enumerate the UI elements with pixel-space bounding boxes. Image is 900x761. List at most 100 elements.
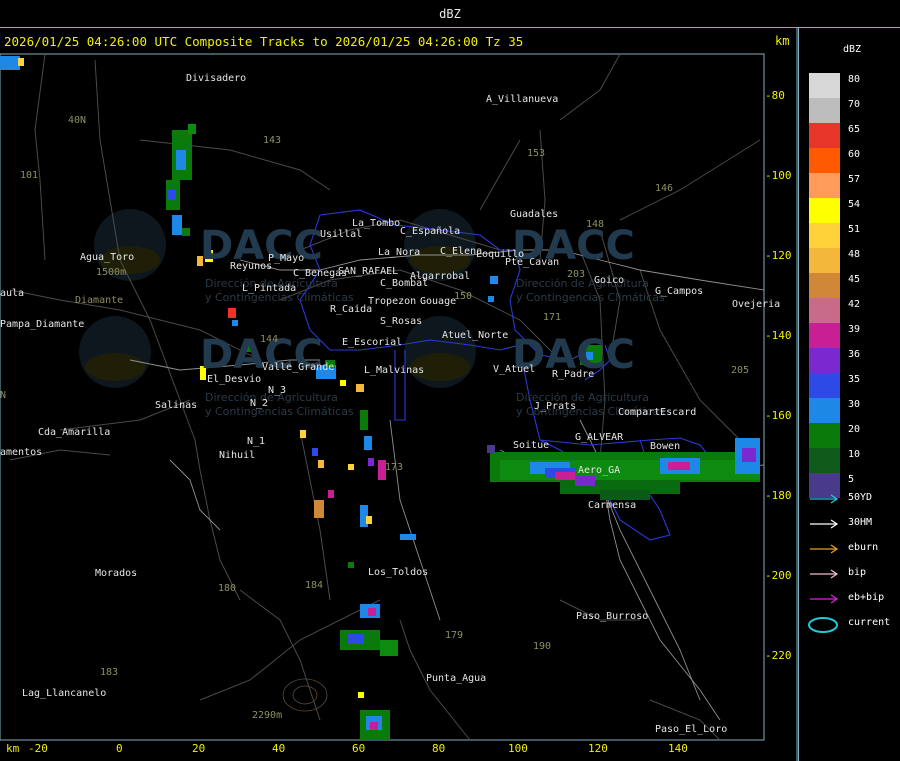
place-label: SAN_RAFAEL [338,266,399,277]
place-label: Nihuil [219,450,256,461]
track-label: 30HM [848,517,873,528]
dbz-level-label: 36 [848,349,861,360]
place-label: Salinas [155,400,198,411]
track-arrow-icon [806,516,842,530]
place-label: L_Pintada [242,283,297,294]
dbz-swatch [809,73,840,98]
map-frame [0,53,765,741]
place-label: Paso_El_Loro [655,724,728,735]
track-arrow-icon [806,541,842,555]
route-number: 146 [655,183,674,194]
dbz-level-label: 42 [848,299,861,310]
x-tick: -20 [28,742,48,755]
place-label: L_Malvinas [364,365,425,376]
legend-unit: dBZ [843,44,862,55]
watermark-line2: y Contingencias Climáticas [205,405,354,418]
dbz-swatch [809,323,840,348]
dbz-level-label: 70 [848,99,861,110]
place-label: S_Rosas [380,316,423,327]
place-label: Tropezon [368,296,417,307]
x-tick: 140 [668,742,688,755]
dbz-swatch [809,373,840,398]
track-arrow-icon [806,591,842,605]
place-label: Divisadero [186,73,247,84]
place-label: V_Atuel [493,364,536,375]
dbz-swatch [809,123,840,148]
route-number: 148 [586,219,605,230]
place-label: J_Prats [534,401,577,412]
place-label: La_Nora [378,247,421,258]
route-number: 180 [218,583,237,594]
place-label: aula [0,288,25,299]
place-label: R_Padre [552,369,595,380]
place-label: C_Bombal [380,278,429,289]
track-label: current [848,617,891,628]
x-tick: 0 [116,742,123,755]
dbz-level-label: 20 [848,424,861,435]
dbz-level-label: 10 [848,449,861,460]
y-tick: -180 [765,489,792,502]
place-label: A_Villanueva [486,94,559,105]
x-axis-unit: km [6,742,20,755]
place-label: C_Española [400,226,461,237]
place-label: Soitue [513,440,550,451]
place-label: N_2 [250,398,269,409]
dbz-swatch [809,148,840,173]
x-tick: 80 [432,742,446,755]
route-number: 190 [533,641,552,652]
place-label: Lag_Llancanelo [22,688,107,699]
y-tick: -100 [765,169,792,182]
y-tick: -200 [765,569,792,582]
dbz-level-label: 30 [848,399,861,410]
x-tick: 100 [508,742,528,755]
y-tick: -80 [765,89,785,102]
place-label: Ovejeria [732,299,781,310]
route-number: 150 [454,291,473,302]
place-label: Punta_Agua [426,673,487,684]
place-label: amentos [0,447,43,458]
dbz-swatch [809,273,840,298]
dbz-level-label: 80 [848,74,861,85]
place-label: Cda_Amarilla [38,427,111,438]
place-label: Bowen [650,441,681,452]
dbz-level-label: 35 [848,374,861,385]
place-label: Paso_Burroso [576,611,649,622]
place-label: N_1 [247,436,266,447]
route-number: 101 [20,170,39,181]
y-tick: -220 [765,649,792,662]
place-label: E_Escorial [342,337,403,348]
route-number: 184 [305,580,324,591]
dbz-swatch [809,448,840,473]
dbz-level-label: 65 [848,124,861,135]
place-label: P_Mayo [268,253,305,264]
route-number: 205 [731,365,750,376]
route-number: 183 [100,667,119,678]
place-label: Usillal [320,229,363,240]
dbz-swatch [809,423,840,448]
dbz-level-label: 54 [848,199,861,210]
place-label: Gouage [420,296,457,307]
place-label: N [0,390,7,401]
y-tick: -160 [765,409,792,422]
place-label: G_Campos [655,286,704,297]
place-label: Aero_GA [578,465,621,476]
place-label: El_Desvio [207,374,262,385]
route-number: 153 [527,148,546,159]
place-label: Valle_Grande [262,362,335,373]
track-label: 50YD [848,492,873,503]
route-number: 171 [543,312,562,323]
route-number: 144 [260,334,279,345]
place-label: Atuel_Norte [442,330,509,341]
y-tick: -120 [765,249,792,262]
place-label: 1500m [96,267,127,278]
route-number: 173 [385,462,404,473]
place-label: Diamante [75,295,124,306]
place-label: Pampa_Diamante [0,319,85,330]
x-tick: 60 [352,742,366,755]
place-label: Carmensa [588,500,637,511]
place-label: Morados [95,568,138,579]
x-tick: 120 [588,742,608,755]
radar-map[interactable] [0,0,900,761]
dbz-swatch [809,348,840,373]
place-label: 2290m [252,710,283,721]
